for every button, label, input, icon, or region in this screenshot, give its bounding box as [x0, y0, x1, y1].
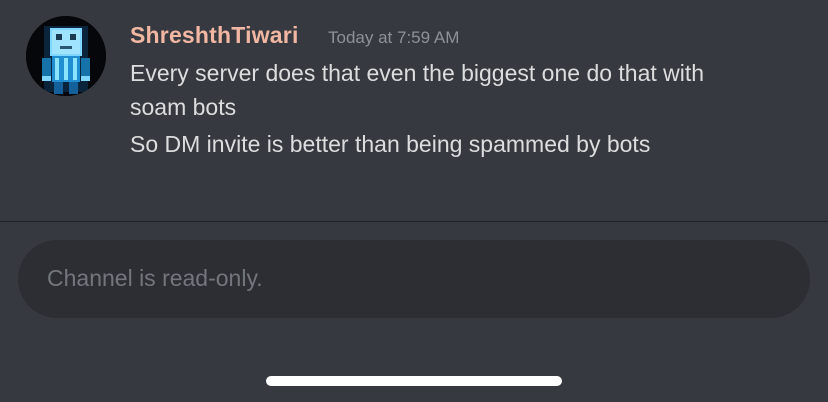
message-text-line: soam bots [130, 94, 237, 120]
message-timestamp: Today at 7:59 AM [328, 28, 460, 47]
message-text-line: Every server does that even the biggest … [130, 60, 705, 86]
read-only-notice: Channel is read-only. [47, 265, 263, 291]
composer-divider [0, 221, 828, 222]
message-author[interactable]: ShreshthTiwari [130, 22, 299, 49]
avatar-character-icon [26, 16, 106, 96]
user-avatar[interactable] [26, 16, 106, 96]
message-composer: Channel is read-only. [18, 240, 810, 318]
chat-message[interactable]: ShreshthTiwari Today at 7:59 AM Every se… [0, 0, 828, 221]
chat-view: ShreshthTiwari Today at 7:59 AM Every se… [0, 0, 828, 402]
message-text-line: So DM invite is better than being spamme… [130, 131, 651, 157]
home-indicator[interactable] [266, 376, 562, 386]
